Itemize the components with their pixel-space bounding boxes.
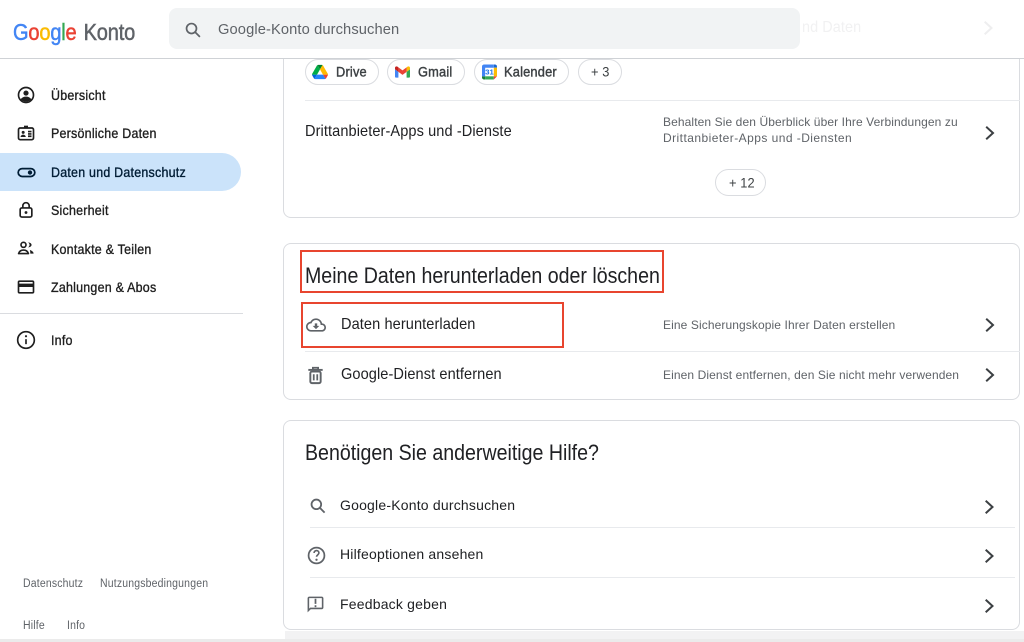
svg-text:31: 31 bbox=[485, 68, 494, 77]
